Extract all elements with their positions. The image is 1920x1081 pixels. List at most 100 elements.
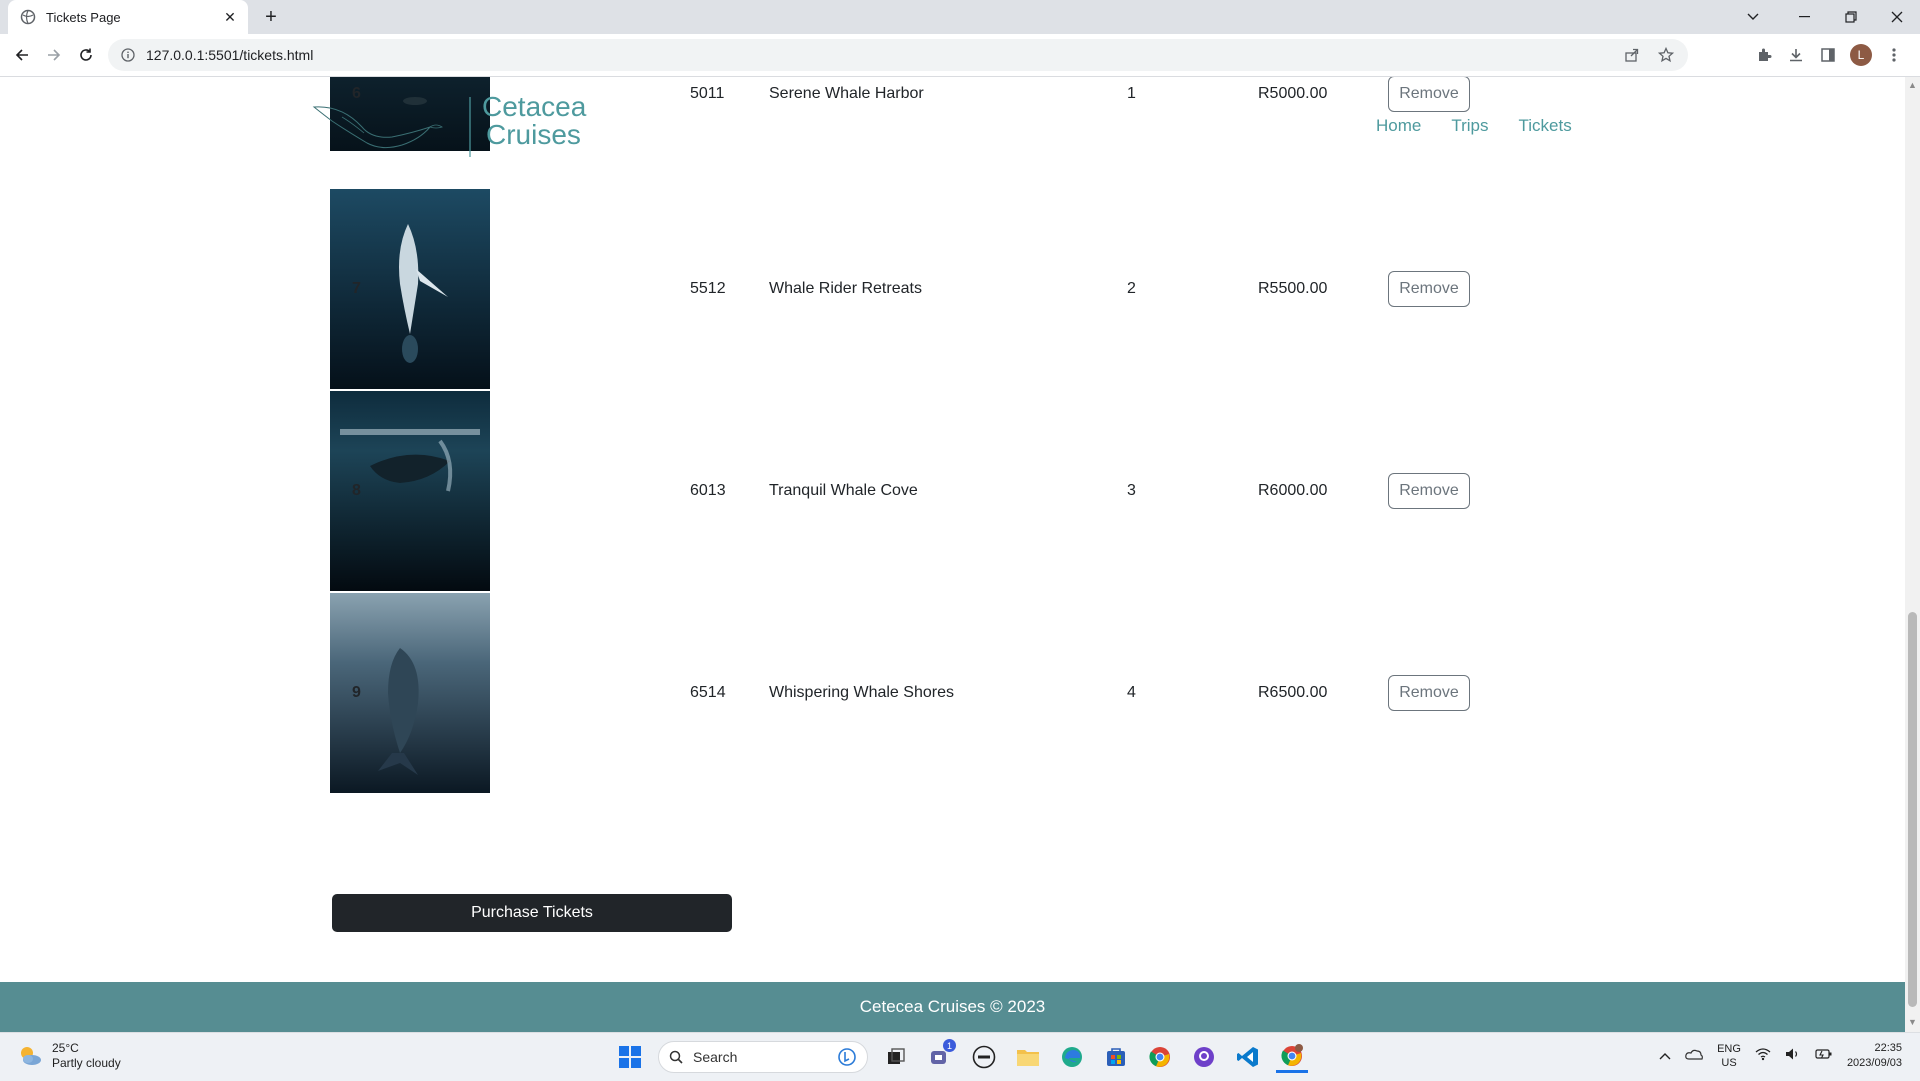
info-icon[interactable] bbox=[120, 47, 136, 63]
remove-button[interactable]: Remove bbox=[1388, 271, 1470, 307]
github-desktop-icon[interactable] bbox=[1188, 1041, 1220, 1073]
window-controls bbox=[1730, 0, 1920, 34]
ticket-quantity: 4 bbox=[1127, 684, 1136, 701]
chevron-down-icon[interactable] bbox=[1730, 0, 1776, 34]
taskbar-apps: Search 1 bbox=[614, 1039, 1308, 1073]
ticket-code: 5512 bbox=[690, 280, 726, 297]
ticket-price: R6000.00 bbox=[1258, 482, 1328, 499]
row-number: 8 bbox=[352, 482, 361, 499]
partly-cloudy-icon bbox=[21, 1047, 41, 1065]
remove-button[interactable]: Remove bbox=[1388, 77, 1470, 112]
windows-start-icon[interactable] bbox=[614, 1041, 646, 1073]
globe-icon bbox=[20, 9, 36, 25]
onedrive-icon[interactable] bbox=[1685, 1047, 1704, 1065]
close-window-icon[interactable] bbox=[1874, 0, 1920, 34]
search-placeholder: Search bbox=[693, 1049, 738, 1065]
browser-tab-bar: Tickets Page ✕ + bbox=[0, 0, 1920, 34]
chrome-profile-icon[interactable] bbox=[1276, 1041, 1308, 1073]
ticket-price: R5500.00 bbox=[1258, 280, 1328, 297]
scrollbar-thumb[interactable] bbox=[1908, 612, 1917, 1007]
file-explorer-icon[interactable] bbox=[1012, 1041, 1044, 1073]
site-nav: Home Trips Tickets bbox=[1376, 116, 1572, 136]
nav-tickets[interactable]: Tickets bbox=[1519, 116, 1572, 136]
ticket-row: 9 6514 Whispering Whale Shores 4 R6500.0… bbox=[330, 593, 1580, 795]
ticket-row: 8 6013 Tranquil Whale Cove 3 R6000.00 Re… bbox=[330, 391, 1580, 593]
chevron-up-icon[interactable] bbox=[1659, 1047, 1671, 1065]
clock-date: 2023/09/03 bbox=[1846, 1057, 1902, 1069]
taskbar-search[interactable]: Search bbox=[658, 1041, 868, 1073]
ticket-name: Serene Whale Harbor bbox=[769, 85, 924, 102]
footer-text: Cetecea Cruises © 2023 bbox=[859, 997, 1046, 1016]
logo-line-1: Cetacea bbox=[482, 91, 587, 122]
weather-widget[interactable]: 25°C Partly cloudy bbox=[16, 1041, 121, 1071]
profile-avatar[interactable]: L bbox=[1850, 44, 1872, 66]
task-view-icon[interactable] bbox=[880, 1041, 912, 1073]
ticket-name: Whispering Whale Shores bbox=[769, 684, 954, 701]
store-icon[interactable] bbox=[1100, 1041, 1132, 1073]
extensions-icon[interactable] bbox=[1754, 46, 1774, 64]
weather-temp: 25°C bbox=[52, 1041, 79, 1055]
logo-line-2: Cruises bbox=[486, 119, 581, 150]
tab-title: Tickets Page bbox=[46, 9, 121, 25]
dell-icon[interactable] bbox=[968, 1041, 1000, 1073]
clock-time: 22:35 bbox=[1874, 1042, 1902, 1054]
remove-button[interactable]: Remove bbox=[1388, 473, 1470, 509]
browser-toolbar: 127.0.0.1:5501/tickets.html L bbox=[0, 34, 1920, 77]
ticket-price: R6500.00 bbox=[1258, 684, 1328, 701]
row-number: 7 bbox=[352, 280, 361, 297]
language-indicator[interactable]: ENG US bbox=[1717, 1042, 1741, 1070]
ticket-quantity: 2 bbox=[1127, 280, 1136, 297]
volume-icon[interactable] bbox=[1785, 1047, 1801, 1066]
bing-icon bbox=[838, 1048, 856, 1066]
side-panel-icon[interactable] bbox=[1818, 46, 1838, 64]
teams-badge: 1 bbox=[943, 1039, 956, 1052]
back-arrow-icon[interactable] bbox=[10, 43, 34, 67]
ticket-row: 7 5512 Whale Rider Retreats 2 R5500.00 R… bbox=[330, 189, 1580, 391]
site-logo[interactable]: Cetacea Cruises bbox=[312, 87, 602, 167]
wifi-icon[interactable] bbox=[1755, 1047, 1771, 1066]
ticket-code: 6514 bbox=[690, 684, 726, 701]
ticket-name: Whale Rider Retreats bbox=[769, 280, 922, 297]
ticket-price: R5000.00 bbox=[1258, 85, 1328, 102]
edge-icon[interactable] bbox=[1056, 1041, 1088, 1073]
url-text: 127.0.0.1:5501/tickets.html bbox=[146, 47, 314, 63]
vscode-icon[interactable] bbox=[1232, 1041, 1264, 1073]
system-clock[interactable]: 22:35 2023/09/03 bbox=[1847, 1041, 1902, 1071]
lang-region: US bbox=[1721, 1057, 1737, 1069]
new-tab-icon[interactable]: + bbox=[260, 6, 282, 28]
address-bar[interactable]: 127.0.0.1:5501/tickets.html bbox=[108, 39, 1688, 71]
page-viewport: 6 5011 Serene Whale Harbor 1 R5000.00 Re… bbox=[0, 77, 1905, 1032]
page-scrollbar[interactable]: ▲ ▼ bbox=[1905, 77, 1920, 1032]
weather-desc: Partly cloudy bbox=[52, 1056, 121, 1070]
forward-arrow-icon[interactable] bbox=[42, 43, 66, 67]
browser-tab[interactable]: Tickets Page ✕ bbox=[8, 0, 248, 34]
reload-icon[interactable] bbox=[74, 43, 98, 67]
ticket-quantity: 3 bbox=[1127, 482, 1136, 499]
scroll-down-icon[interactable]: ▼ bbox=[1908, 1018, 1917, 1027]
chrome-icon[interactable] bbox=[1144, 1041, 1176, 1073]
search-icon bbox=[669, 1050, 683, 1064]
row-number: 9 bbox=[352, 684, 361, 701]
restore-icon[interactable] bbox=[1828, 0, 1874, 34]
ticket-name: Tranquil Whale Cove bbox=[769, 482, 918, 499]
star-icon[interactable] bbox=[1656, 46, 1676, 64]
logo-text: Cetacea Cruises bbox=[482, 93, 586, 149]
close-icon[interactable]: ✕ bbox=[222, 9, 238, 25]
ticket-code: 6013 bbox=[690, 482, 726, 499]
share-icon[interactable] bbox=[1622, 46, 1642, 64]
minimize-icon[interactable] bbox=[1782, 0, 1828, 34]
remove-button[interactable]: Remove bbox=[1388, 675, 1470, 711]
teams-chat-icon[interactable]: 1 bbox=[924, 1039, 956, 1073]
ticket-code: 5011 bbox=[690, 85, 725, 102]
site-footer: Cetecea Cruises © 2023 bbox=[0, 982, 1905, 1032]
whale-logo-icon bbox=[312, 97, 471, 157]
os-taskbar: 25°C Partly cloudy Search 1 ENG US 22:35… bbox=[0, 1032, 1920, 1081]
purchase-tickets-button[interactable]: Purchase Tickets bbox=[332, 894, 732, 932]
more-vert-icon[interactable] bbox=[1884, 46, 1904, 64]
nav-home[interactable]: Home bbox=[1376, 116, 1421, 136]
battery-icon[interactable] bbox=[1815, 1047, 1833, 1065]
download-icon[interactable] bbox=[1786, 46, 1806, 64]
lang-code: ENG bbox=[1717, 1043, 1741, 1055]
scroll-up-icon[interactable]: ▲ bbox=[1908, 81, 1917, 90]
nav-trips[interactable]: Trips bbox=[1451, 116, 1488, 136]
